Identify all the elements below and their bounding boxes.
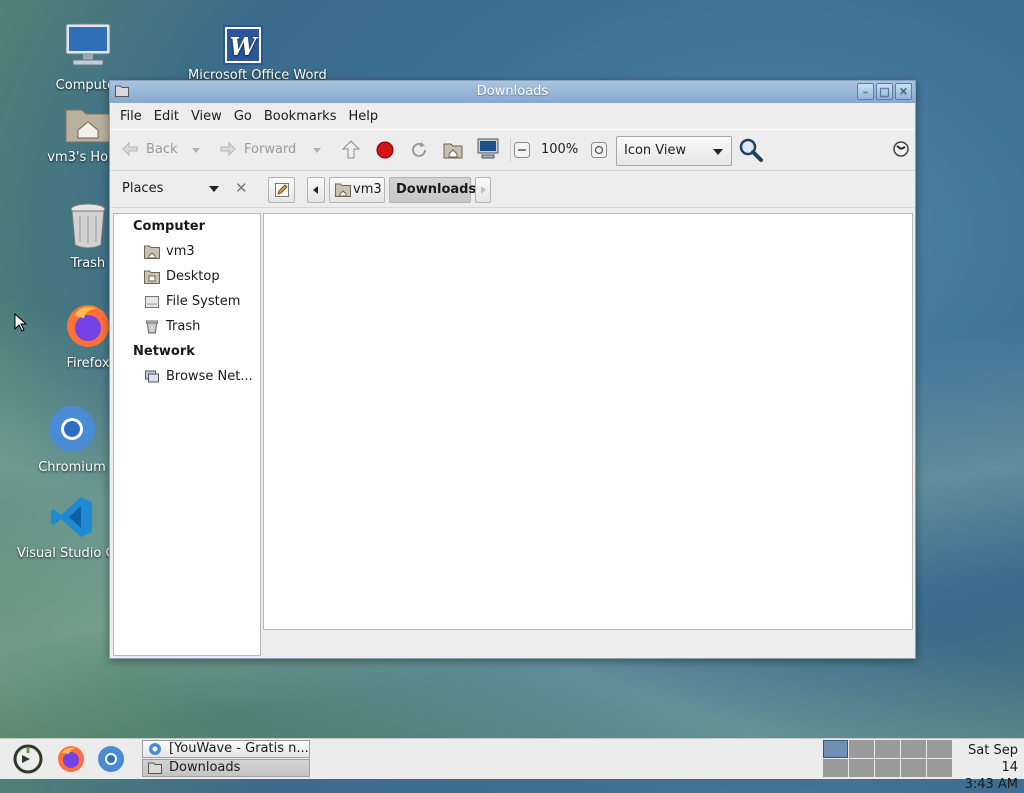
workspace-8[interactable] <box>875 759 900 777</box>
view-mode-select[interactable]: Icon View <box>616 136 732 166</box>
stop-icon[interactable] <box>375 140 395 160</box>
chromium-icon <box>49 406 95 452</box>
places-chevron-down-icon[interactable] <box>209 186 219 192</box>
word-icon: W <box>223 25 263 65</box>
firefox-icon <box>67 305 109 347</box>
drive-icon <box>145 295 159 308</box>
sidebar-item-desktop[interactable]: Desktop <box>114 264 260 289</box>
forward-button[interactable]: Forward <box>218 139 296 159</box>
close-sidebar-icon[interactable]: ✕ <box>235 179 248 197</box>
chevron-left-icon <box>313 186 318 194</box>
places-sidebar: Computer vm3 Desktop File System Trash N… <box>113 213 261 656</box>
menu-file[interactable]: File <box>114 109 148 124</box>
crumb-downloads[interactable]: Downloads <box>389 177 476 203</box>
menu-bar: File Edit View Go Bookmarks Help <box>110 103 915 129</box>
places-label[interactable]: Places <box>122 181 163 196</box>
chevron-down-icon <box>713 149 723 155</box>
crumb-scroll-left-button[interactable] <box>307 177 325 203</box>
menu-help[interactable]: Help <box>342 109 384 124</box>
toolbar-separator <box>510 138 511 162</box>
maximize-button[interactable]: □ <box>876 83 893 100</box>
crumb-scroll-right-button[interactable] <box>475 177 491 203</box>
back-history-dropdown[interactable] <box>192 148 200 153</box>
workspace-pager[interactable] <box>823 740 952 777</box>
file-manager-window: Downloads – □ ✕ File Edit View Go Bookma… <box>109 80 916 659</box>
computer-icon <box>65 23 111 66</box>
workspace-3[interactable] <box>875 740 900 758</box>
menu-go[interactable]: Go <box>228 109 258 124</box>
back-button[interactable]: Back <box>120 139 178 159</box>
home-folder-icon <box>65 109 111 143</box>
forward-arrow-icon <box>220 141 236 157</box>
home-icon[interactable] <box>442 139 464 161</box>
back-arrow-icon <box>122 141 138 157</box>
folder-icon <box>115 85 129 97</box>
workspace-10[interactable] <box>927 759 952 777</box>
crumb-vm3[interactable]: vm3 <box>329 177 385 203</box>
home-folder-icon <box>144 245 160 259</box>
zoom-out-icon[interactable] <box>513 141 531 159</box>
sidebar-item-vm3[interactable]: vm3 <box>114 239 260 264</box>
chromium-icon <box>149 743 161 755</box>
close-button[interactable]: ✕ <box>895 83 912 100</box>
network-icon <box>145 370 159 382</box>
toggle-location-entry-button[interactable] <box>268 177 295 203</box>
home-folder-icon <box>335 183 351 197</box>
throbber-icon <box>893 141 909 157</box>
svg-text:W: W <box>230 32 259 61</box>
reload-icon[interactable] <box>408 139 430 161</box>
folder-icon <box>148 762 162 774</box>
workspace-5[interactable] <box>927 740 952 758</box>
window-title: Downloads <box>476 84 549 99</box>
desktop-folder-icon <box>144 270 160 284</box>
workspace-2[interactable] <box>849 740 874 758</box>
sidebar-item-browse-network[interactable]: Browse Net... <box>114 364 260 389</box>
location-bar: Places ✕ vm3 Downloads <box>110 171 915 208</box>
zoom-level: 100% <box>541 142 579 157</box>
sidebar-item-trash[interactable]: Trash <box>114 314 260 339</box>
title-bar[interactable]: Downloads – □ ✕ <box>110 81 915 103</box>
computer-icon[interactable] <box>476 138 500 160</box>
sidebar-item-file-system[interactable]: File System <box>114 289 260 314</box>
taskbar-item-downloads[interactable]: Downloads <box>142 759 310 777</box>
zoom-normal-icon[interactable] <box>590 141 608 159</box>
workspace-1[interactable] <box>823 740 848 758</box>
sidebar-header-network: Network <box>133 344 195 359</box>
taskbar: [YouWave - Gratis n... Downloads Sat Sep… <box>0 738 1024 792</box>
menu-edit[interactable]: Edit <box>148 109 185 124</box>
workspace-6[interactable] <box>823 759 848 777</box>
minimize-button[interactable]: – <box>857 83 874 100</box>
clock-date: Sat Sep 14 <box>968 743 1018 775</box>
clock[interactable]: Sat Sep 14 3:43 AM <box>950 742 1022 793</box>
toolbar: Back Forward 100% Icon View <box>110 129 915 171</box>
desktop-icon-word[interactable]: W Microsoft Office Word <box>188 24 327 87</box>
mouse-cursor-icon <box>14 313 28 332</box>
clock-time: 3:43 AM <box>964 777 1018 792</box>
workspace-9[interactable] <box>901 759 926 777</box>
menu-view[interactable]: View <box>185 109 228 124</box>
firefox-launcher-icon[interactable] <box>56 744 86 774</box>
chromium-launcher-icon[interactable] <box>96 744 126 774</box>
file-view-area[interactable] <box>263 213 913 630</box>
vscode-icon <box>51 497 92 537</box>
taskbar-item-youwave[interactable]: [YouWave - Gratis n... <box>142 740 310 758</box>
trash-icon <box>146 320 158 333</box>
app-menu-icon[interactable] <box>12 743 44 775</box>
search-icon[interactable] <box>738 137 764 163</box>
up-arrow-icon[interactable] <box>340 139 362 161</box>
trash-icon <box>70 203 106 249</box>
menu-bookmarks[interactable]: Bookmarks <box>258 109 343 124</box>
forward-history-dropdown[interactable] <box>313 148 321 153</box>
sidebar-header-computer: Computer <box>133 219 206 234</box>
workspace-7[interactable] <box>849 759 874 777</box>
chevron-right-icon <box>481 186 486 194</box>
workspace-4[interactable] <box>901 740 926 758</box>
edit-pencil-icon <box>275 183 289 197</box>
